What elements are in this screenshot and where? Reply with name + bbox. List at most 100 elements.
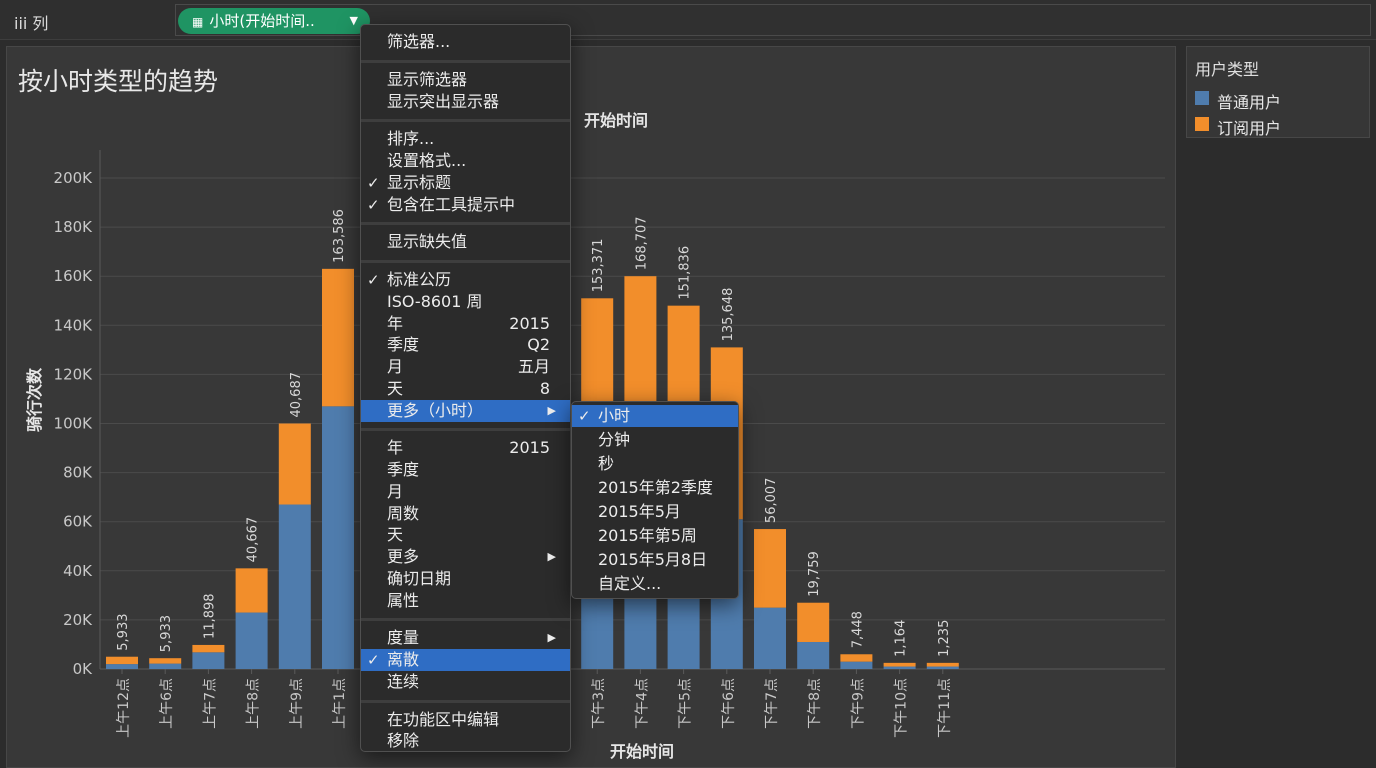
bar-casual [322,406,354,669]
menu-item[interactable]: 更多（小时） ▶ [361,399,570,422]
bar-casual [754,607,786,669]
menu-item-label: 年 [387,438,404,458]
legend: 用户类型 普通用户 订阅用户 [1186,46,1370,138]
menu-separator [361,428,570,432]
check-icon: ✓ [367,195,380,214]
x-tick-label: 下午5点 [678,678,694,729]
menu-item[interactable]: 显示筛选器 [361,69,570,91]
x-tick-label: 下午6点 [721,678,737,729]
legend-item-subscriber[interactable]: 订阅用户 [1187,113,1369,138]
menu-item[interactable]: ✓ 标准公历 [361,269,570,291]
menu-item-label: 显示筛选器 [387,69,468,89]
menu-item[interactable]: 2015年第5周 [572,525,738,547]
menu-item-label: 显示缺失值 [387,232,468,252]
menu-item[interactable]: 排序... [361,128,570,150]
bar-subscriber [278,423,311,505]
menu-item[interactable]: 更多 ▶ [361,546,570,568]
chevron-right-icon: ▶ [547,550,556,563]
menu-item[interactable]: 天8 [361,378,570,400]
menu-item[interactable]: ✓ 小时 [572,405,738,427]
menu-item[interactable]: ✓ 显示标题 [361,172,570,194]
data-label: 19,759 [807,551,822,597]
menu-item-label: 属性 [387,590,420,610]
bar-subscriber [883,662,916,667]
menu-item[interactable]: 季度 [361,459,570,481]
menu-item[interactable]: ✓ 包含在工具提示中 [361,194,570,216]
menu-item[interactable]: 设置格式... [361,150,570,172]
data-label: 40,667 [246,517,261,563]
menu-item[interactable]: ISO-8601 周 [361,291,570,313]
menu-separator [361,699,570,703]
menu-item[interactable]: 月 五月 [361,356,570,378]
menu-item-label: 天 [387,525,404,545]
menu-item[interactable]: 连续 [361,671,570,693]
menu-item-label: 小时 [598,406,631,425]
menu-separator [361,119,570,123]
menu-item[interactable]: 显示突出显示器 [361,91,570,113]
menu-item[interactable]: 年 2015 [361,437,570,459]
menu-item-value: 五月 [517,357,550,376]
menu-item-label: 包含在工具提示中 [387,194,516,214]
bar-subscriber [149,658,182,664]
menu-item-label: 天 [387,378,404,398]
menu-item[interactable]: ✓ 离散 [361,649,570,671]
y-tick-label: 160K [54,267,94,285]
chevron-right-icon: ▶ [547,631,556,645]
bar-casual [192,652,225,669]
menu-item[interactable]: 周数 [361,503,570,525]
y-tick-label: 0K [73,660,94,678]
bar-casual [149,663,182,669]
menu-item[interactable]: 年 2015 [361,313,570,335]
x-tick-label: 上午9点 [289,678,305,729]
bar-subscriber [106,656,138,665]
x-tick-label: 上午1点 [332,678,348,729]
legend-item-casual[interactable]: 普通用户 [1187,87,1369,112]
menu-item-label: 周数 [387,503,420,523]
menu-item[interactable]: 自定义... [572,573,738,595]
x-tick-label: 下午4点 [634,678,650,729]
menu-item[interactable]: 天 [361,524,570,546]
menu-item[interactable]: 月 [361,481,570,503]
y-tick-label: 40K [63,562,93,580]
menu-item[interactable]: 度量 ▶ [361,627,570,649]
menu-item-label: 分钟 [598,430,631,449]
y-axis-title: 骑行次数 [25,367,44,432]
x-tick-label: 上午8点 [246,678,262,729]
menu-item[interactable]: 在功能区中编辑 [361,709,570,731]
chevron-right-icon: ▶ [547,403,556,417]
data-label: 40,687 [289,372,304,418]
menu-item[interactable]: 显示缺失值 [361,231,570,253]
menu-item[interactable]: 筛选器... [361,31,570,53]
menu-item-label: 更多 [387,547,420,566]
menu-item[interactable]: 确切日期 [361,568,570,590]
x-tick-label: 下午7点 [764,678,780,729]
menu-item-label: 2015年第2季度 [598,478,713,497]
field-context-menu: 筛选器... 显示筛选器 显示突出显示器 排序... 设置格式... ✓ 显示标题 ✓ 包含在工… [360,24,571,752]
legend-swatch [1195,91,1209,105]
x-tick-label: 下午9点 [850,678,866,729]
menu-item-label: 秒 [598,454,615,473]
data-label: 11,898 [202,593,217,639]
menu-item-label: 更多（小时） [387,400,484,420]
menu-item[interactable]: 秒 [572,453,738,475]
data-label: 151,836 [678,246,693,300]
menu-item-label: 月 [387,357,404,376]
menu-item-value: 8 [539,378,550,398]
bar-casual [797,641,830,669]
menu-item[interactable]: 2015年5月 [572,501,738,523]
legend-label: 普通用户 [1217,93,1282,112]
menu-item[interactable]: 2015年5月8日 [572,549,738,571]
data-label: 5,933 [116,614,131,651]
stacked-bar-chart[interactable]: 0K 20K 40K 60K 80K 100K 120K 140K 160K 180K 200K 骑行… [0,0,1376,768]
menu-item[interactable]: 2015年第2季度 [572,477,738,499]
x-tick-label: 下午10点 [894,678,910,738]
menu-item-label: 2015年5月 [598,502,681,521]
menu-item[interactable]: 属性 [361,590,570,612]
menu-item[interactable]: 分钟 [572,429,738,451]
menu-item[interactable]: 季度 Q2 [361,334,570,356]
menu-item[interactable]: 移除 [361,730,570,752]
menu-item-label: 月 [387,481,404,501]
data-label: 7,448 [850,611,865,648]
bar-casual [278,504,311,669]
data-label: 5,933 [159,615,174,652]
